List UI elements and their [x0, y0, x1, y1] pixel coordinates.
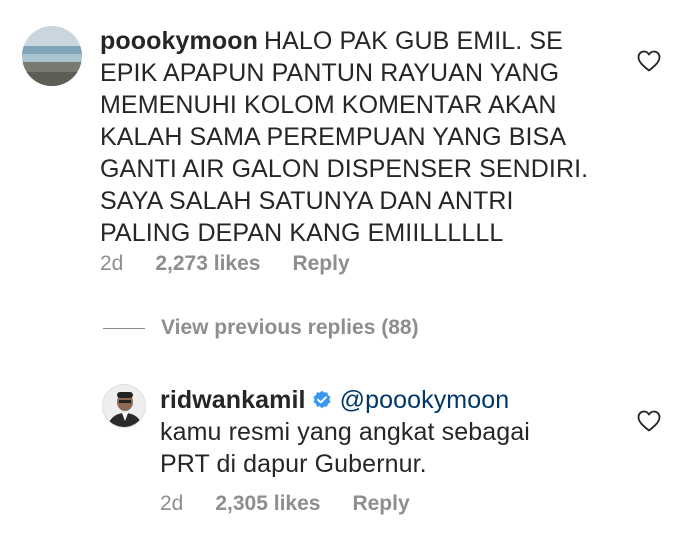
reply-reply-button[interactable]: Reply	[352, 492, 409, 516]
comment-line: GANTI AIR GALON DISPENSER SENDIRI.	[100, 155, 589, 183]
comment-line: MEMENUHI KOLOM KOMENTAR AKAN	[100, 91, 557, 119]
comment-line: KALAH SAMA PEREMPUAN YANG BISA	[100, 123, 567, 151]
comment-time[interactable]: 2d	[100, 252, 123, 276]
person-avatar-image	[103, 385, 145, 427]
reply-mention[interactable]: @poookymoon	[340, 386, 510, 414]
commenter-avatar[interactable]	[22, 26, 82, 86]
comment-item: poookymoon HALO PAK GUB EMIL. SE EPIK APA…	[0, 0, 700, 300]
comment-line: EPIK APAPUN PANTUN RAYUAN YANG	[100, 59, 560, 87]
comment-username[interactable]: poookymoon	[100, 27, 258, 55]
view-previous-replies-label[interactable]: View previous replies (88)	[161, 316, 419, 340]
reply-button[interactable]: Reply	[292, 252, 349, 276]
reply-meta: 2d 2,305 likes Reply	[160, 492, 442, 516]
reply-username[interactable]: ridwankamil	[160, 386, 306, 414]
comment-line: PALING DEPAN KANG EMIILLLLLL	[100, 219, 504, 247]
like-heart-icon[interactable]	[637, 50, 661, 72]
comment-likes[interactable]: 2,273 likes	[155, 252, 260, 276]
reply-likes[interactable]: 2,305 likes	[215, 492, 320, 516]
reply-line: PRT di dapur Gubernur.	[160, 450, 427, 478]
comment-meta: 2d 2,273 likes Reply	[100, 252, 382, 276]
view-previous-replies[interactable]: View previous replies (88)	[103, 316, 419, 340]
reply-item: ridwankamil @poookymoon kamu resmi yang a…	[0, 370, 700, 538]
comment-text: poookymoon HALO PAK GUB EMIL. SE EPIK APA…	[100, 25, 620, 249]
beach-avatar-image	[22, 26, 82, 86]
verified-badge-icon	[312, 386, 332, 409]
comment-line: HALO PAK GUB EMIL. SE	[263, 27, 563, 55]
reply-text: ridwankamil @poookymoon kamu resmi yang a…	[160, 384, 620, 480]
replier-avatar[interactable]	[102, 384, 146, 428]
comment-line: SAYA SALAH SATUNYA DAN ANTRI	[100, 187, 514, 215]
reply-time[interactable]: 2d	[160, 492, 183, 516]
replies-divider-line	[103, 327, 145, 329]
like-heart-icon[interactable]	[637, 410, 661, 432]
reply-line: kamu resmi yang angkat sebagai	[160, 418, 530, 446]
